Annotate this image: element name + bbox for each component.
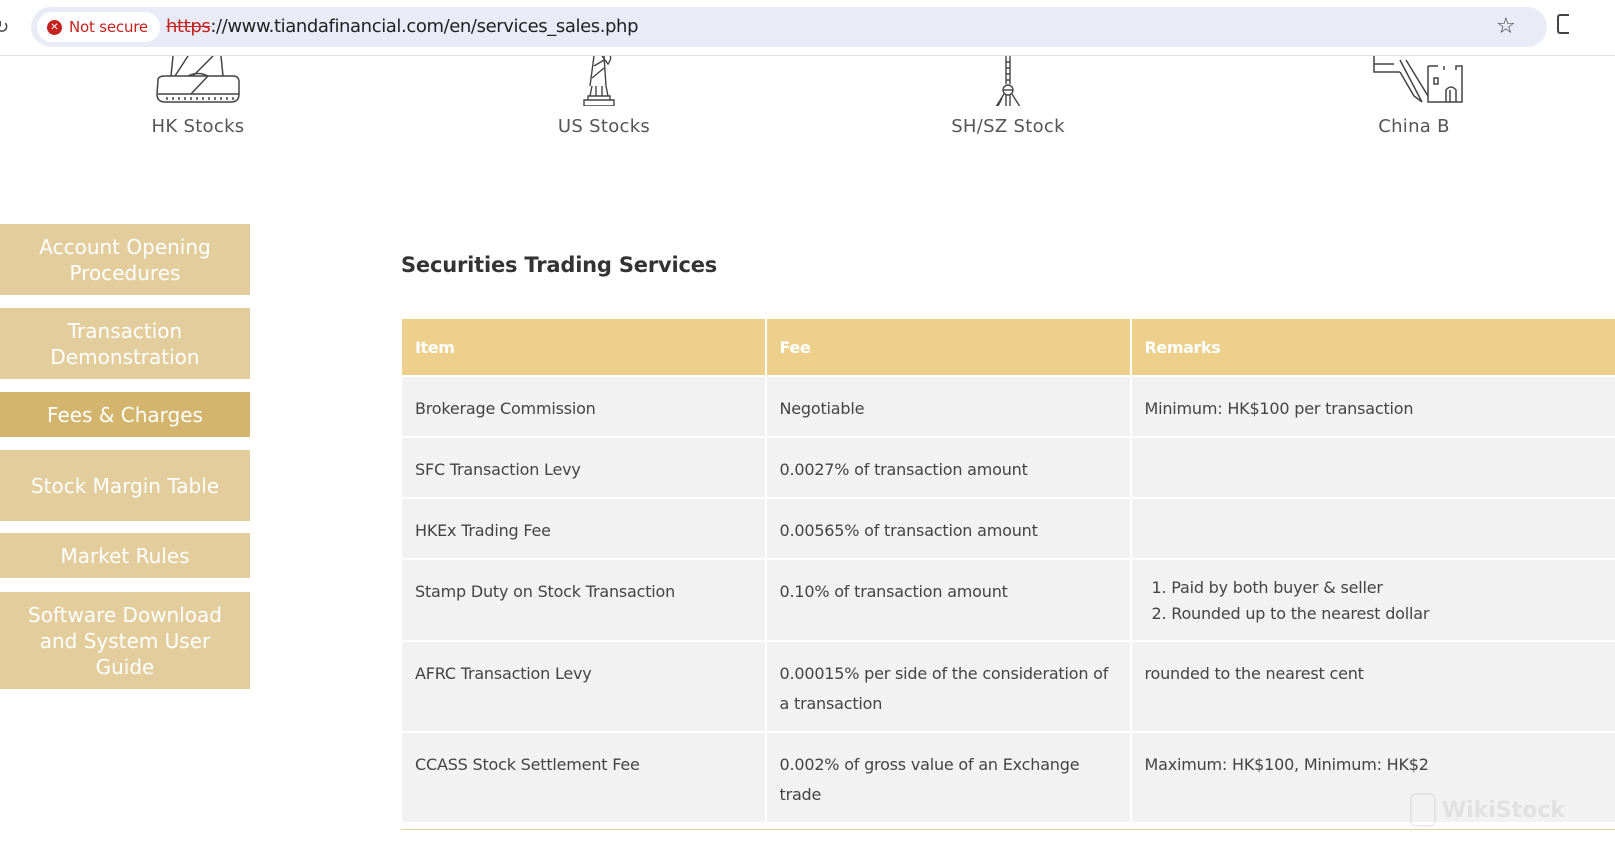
fee-cell: 0.00015% per side of the consideration o… [765, 640, 1132, 732]
table-row: Stamp Duty on Stock Transaction 0.10% of… [401, 558, 1615, 641]
sidebar-item-label: Software Download and System User Guide [28, 602, 222, 679]
bookmark-star-icon[interactable]: ☆ [1496, 13, 1516, 39]
table-row: SFC Transaction Levy 0.0027% of transact… [401, 436, 1615, 498]
fee-cell: Negotiable [765, 375, 1132, 437]
sidebar-item-transaction-demo[interactable]: Transaction Demonstration [0, 308, 250, 379]
sidebar-item-label: Fees & Charges [47, 402, 203, 427]
remarks-cell [1130, 436, 1615, 498]
sidebar-item-account-opening[interactable]: Account Opening Procedures [0, 224, 250, 295]
item-cell: HKEx Trading Fee [401, 497, 767, 559]
fee-cell: 0.0027% of transaction amount [765, 436, 1132, 498]
sidebar-item-label: Market Rules [60, 543, 190, 568]
item-cell: CCASS Stock Settlement Fee [401, 731, 767, 822]
fees-table: Item Fee Remarks Brokerage Commission Ne… [401, 319, 1615, 822]
item-cell: SFC Transaction Levy [401, 436, 767, 498]
category-label: China B [1378, 116, 1450, 137]
table-row: AFRC Transaction Levy 0.00015% per side … [401, 640, 1615, 732]
address-bar[interactable]: ✕ Not secure https://www.tiandafinancial… [31, 7, 1547, 47]
sidebar-item-software-download[interactable]: Software Download and System User Guide [0, 592, 250, 689]
category-label: US Stocks [557, 116, 651, 137]
table-header-row: Item Fee Remarks [401, 319, 1615, 377]
sidebar-item-label: Transaction Demonstration [50, 318, 200, 369]
page-title: Securities Trading Services [401, 253, 718, 277]
table-row: HKEx Trading Fee 0.00565% of transaction… [401, 497, 1615, 559]
watermark: WikiStock [1410, 790, 1565, 830]
fee-cell: 0.00565% of transaction amount [765, 497, 1132, 559]
category-us-stocks[interactable]: US Stocks [484, 56, 724, 137]
buddha-statue-icon [156, 56, 240, 103]
security-indicator[interactable]: ✕ Not secure [37, 12, 160, 42]
url-path: ://www.tiandafinancial.com/en/services_s… [210, 16, 639, 37]
item-cell: Brokerage Commission [401, 375, 767, 437]
remarks-cell: rounded to the nearest cent [1130, 640, 1615, 732]
table-row: Brokerage Commission Negotiable Minimum:… [401, 375, 1615, 437]
category-label: SH/SZ Stock [951, 116, 1065, 137]
fee-cell: 0.002% of gross value of an Exchange tra… [765, 731, 1132, 822]
great-wall-icon [1373, 56, 1463, 103]
sidebar-item-label: Stock Margin Table [30, 473, 220, 498]
statue-of-liberty-icon [583, 56, 615, 106]
column-header-item: Item [401, 319, 767, 377]
item-cell: AFRC Transaction Levy [401, 640, 767, 732]
category-shsz-stock[interactable]: SH/SZ Stock [888, 56, 1128, 137]
reload-icon[interactable]: ↻ [0, 16, 9, 38]
url-scheme: https [166, 16, 211, 37]
remarks-cell: 1. Paid by both buyer & seller 2. Rounde… [1130, 558, 1615, 641]
remarks-cell [1130, 497, 1615, 559]
category-china-b[interactable]: China B [1294, 56, 1534, 137]
warning-icon: ✕ [47, 19, 62, 35]
fee-cell: 0.10% of transaction amount [765, 558, 1132, 641]
oriental-pearl-tower-icon [995, 56, 1021, 106]
column-header-fee: Fee [765, 319, 1132, 377]
security-label: Not secure [69, 18, 148, 36]
remarks-cell: Minimum: HK$100 per transaction [1130, 375, 1615, 437]
item-cell: Stamp Duty on Stock Transaction [401, 558, 767, 641]
url-text[interactable]: https://www.tiandafinancial.com/en/servi… [166, 16, 639, 37]
sidebar-item-fees-charges[interactable]: Fees & Charges [0, 392, 250, 437]
watermark-text: WikiStock [1441, 797, 1565, 823]
remarks-list: 1. Paid by both buyer & seller 2. Rounde… [1145, 575, 1603, 627]
extensions-icon[interactable] [1557, 14, 1569, 34]
category-label: HK Stocks [151, 116, 245, 137]
sidebar-item-stock-margin[interactable]: Stock Margin Table [0, 450, 250, 521]
column-header-remarks: Remarks [1130, 319, 1615, 377]
sidebar-item-market-rules[interactable]: Market Rules [0, 533, 250, 578]
sidebar-item-label: Account Opening Procedures [39, 234, 211, 285]
category-hk-stocks[interactable]: HK Stocks [78, 56, 318, 137]
remark-item: 2. Rounded up to the nearest dollar [1151, 604, 1430, 623]
remark-item: 1. Paid by both buyer & seller [1151, 578, 1383, 597]
wikistock-logo-icon [1410, 793, 1436, 827]
browser-toolbar: ↻ ✕ Not secure https://www.tiandafinanci… [0, 0, 1615, 56]
